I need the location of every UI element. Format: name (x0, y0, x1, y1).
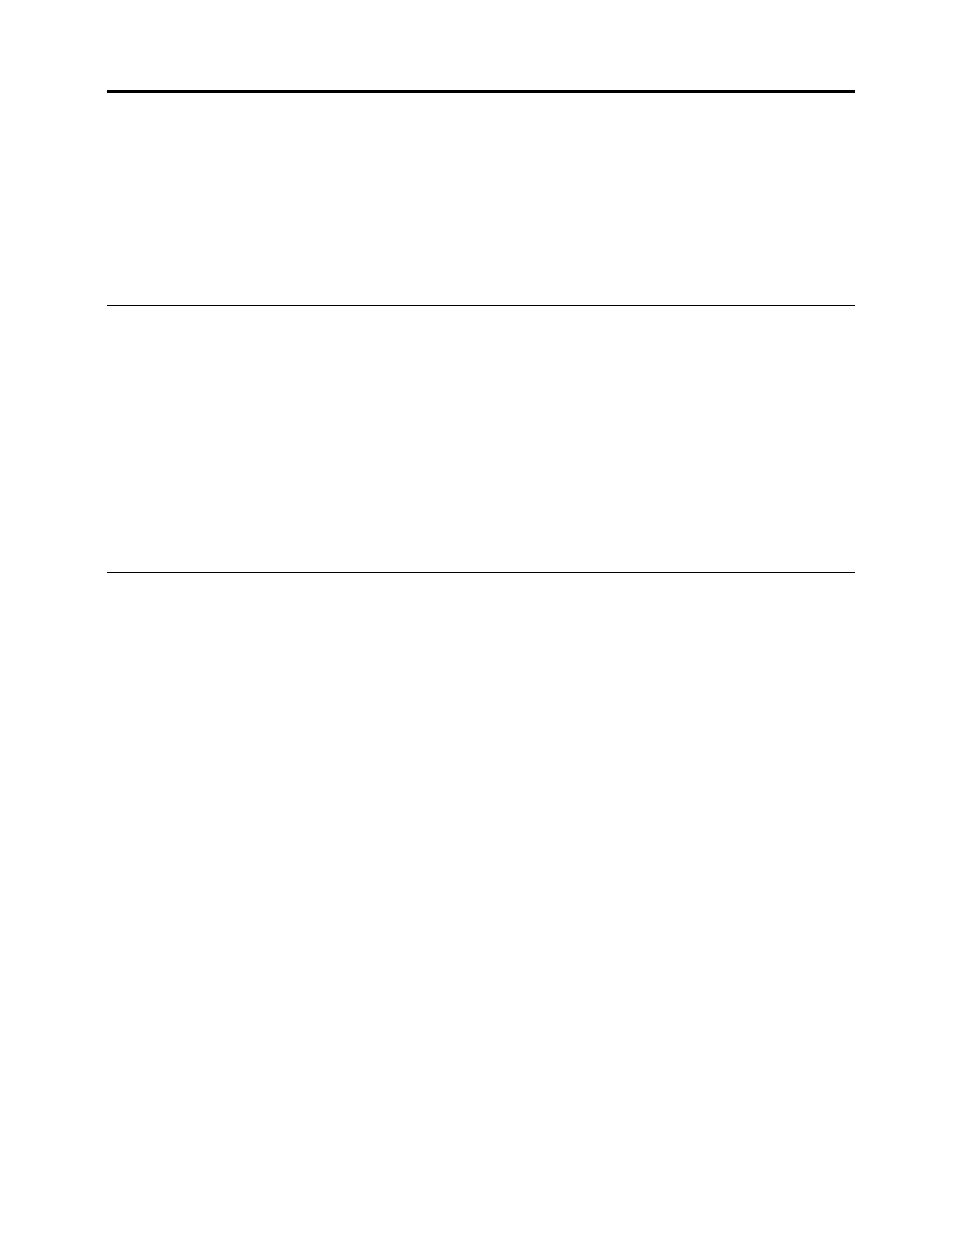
horizontal-rule-thin (107, 305, 855, 306)
horizontal-rule-thick (107, 90, 855, 93)
horizontal-rule-thin (107, 572, 855, 573)
